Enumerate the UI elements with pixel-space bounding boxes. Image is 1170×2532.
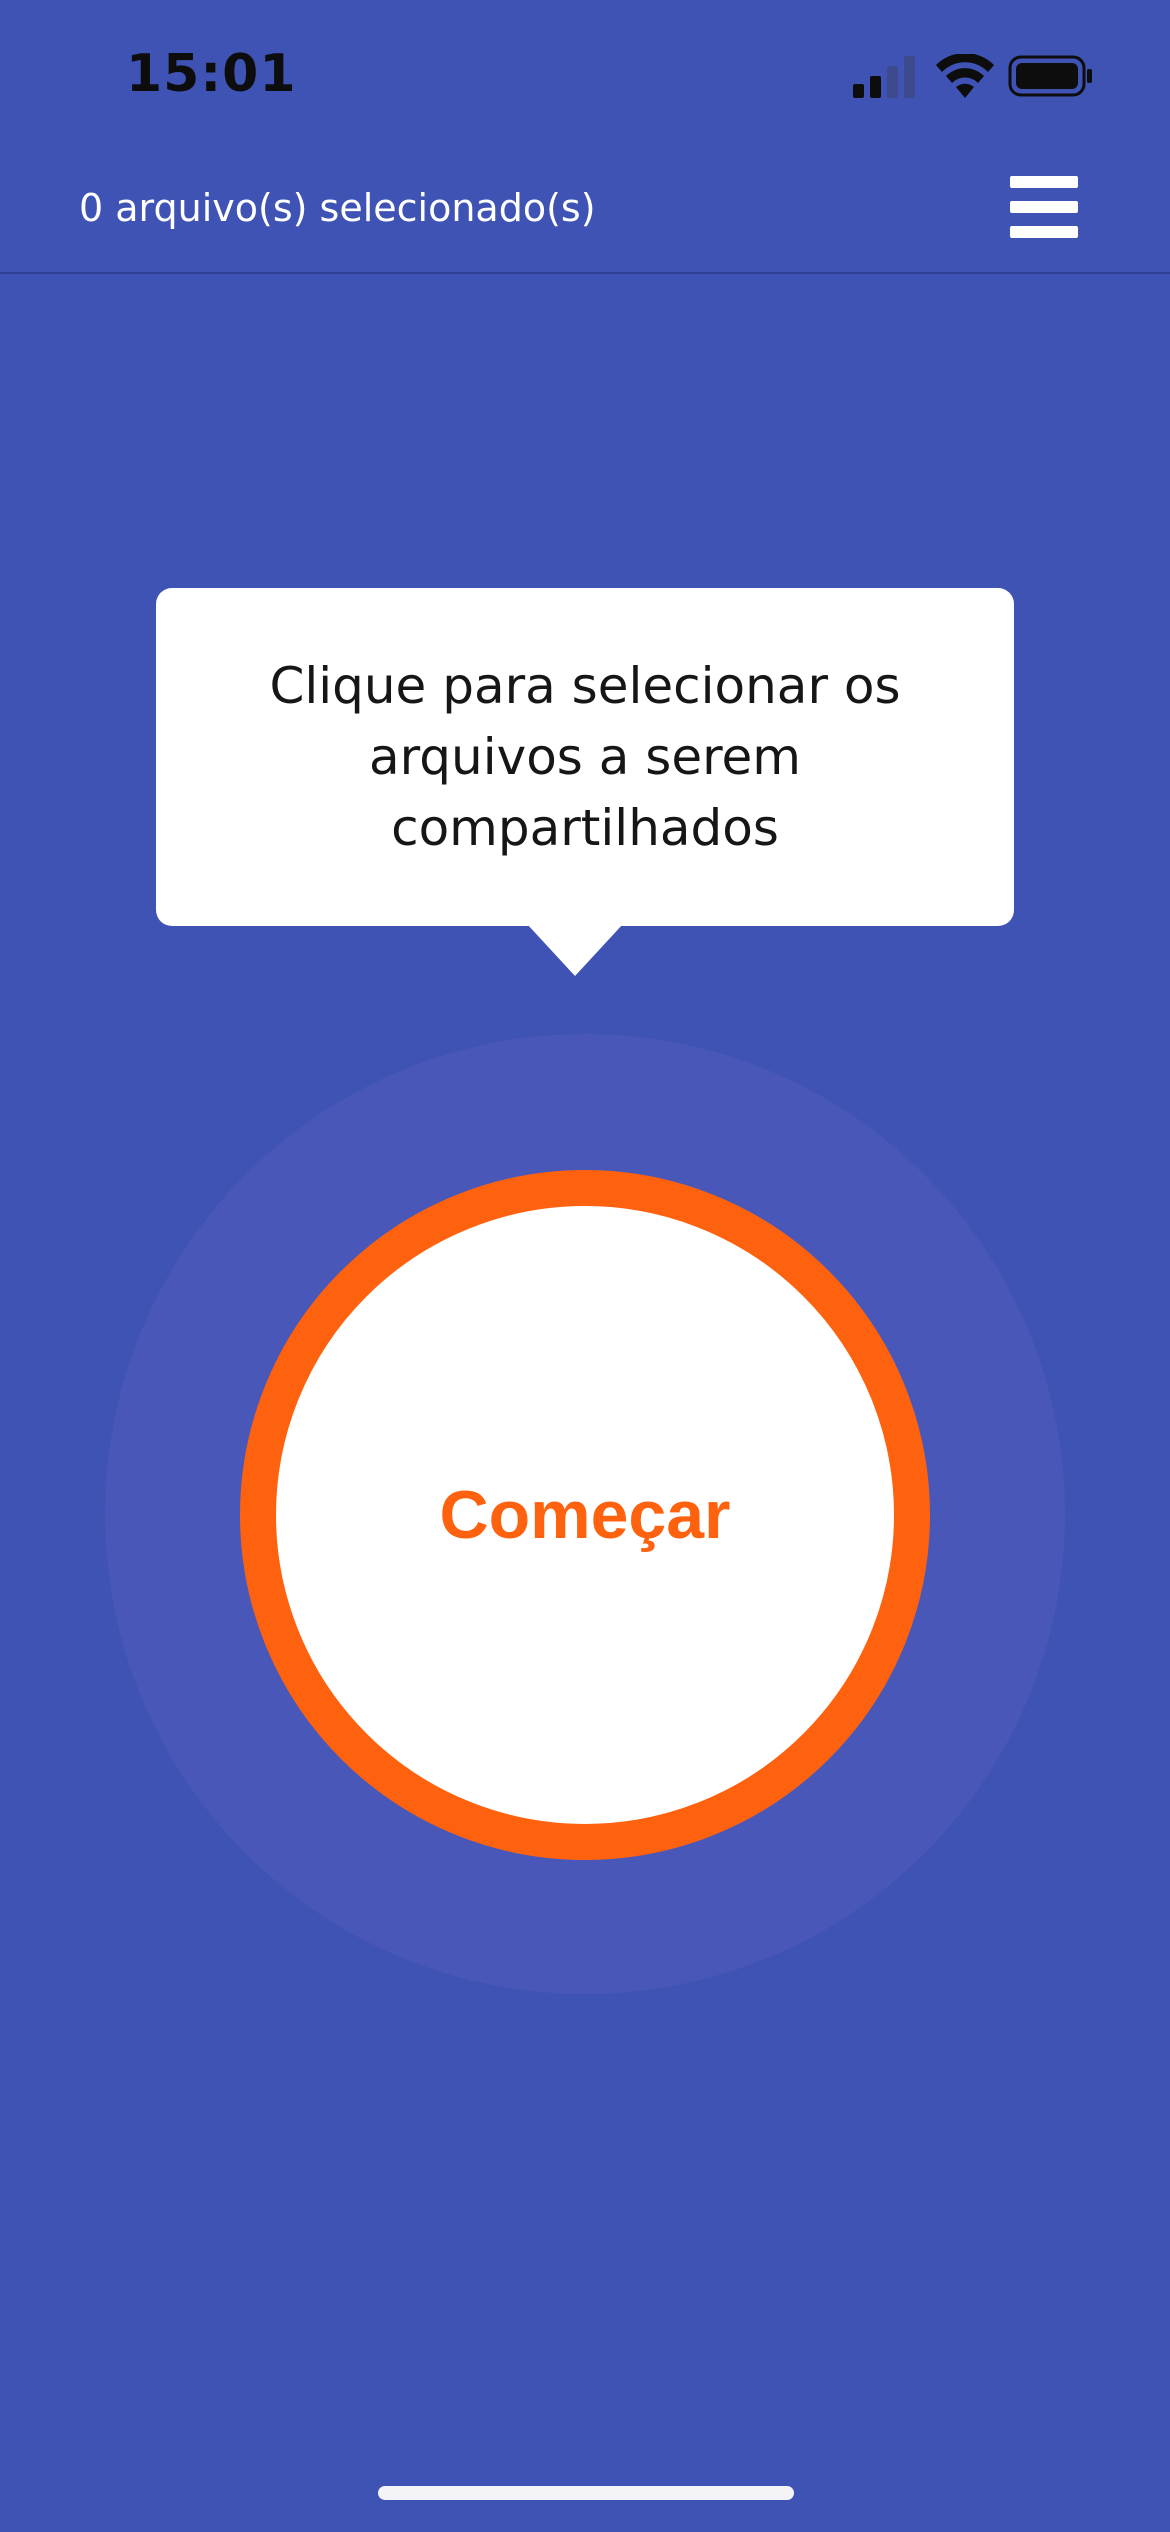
hamburger-menu-icon[interactable] [1010, 176, 1078, 238]
menu-bar [1010, 226, 1078, 238]
battery-icon [1008, 55, 1092, 97]
status-bar: 15:01 [0, 0, 1170, 150]
start-button-label: Começar [439, 1477, 731, 1553]
start-button[interactable]: Começar [240, 1170, 930, 1860]
app-header: 0 arquivo(s) selecionado(s) [0, 150, 1170, 274]
wifi-icon [936, 54, 994, 98]
menu-bar [1010, 201, 1078, 213]
cellular-signal-icon [853, 56, 915, 98]
hint-tooltip: Clique para selecionar os arquivos a ser… [156, 588, 1014, 926]
hint-tooltip-text: Clique para selecionar os arquivos a ser… [269, 656, 901, 857]
selected-files-count: 0 arquivo(s) selecionado(s) [79, 186, 596, 230]
menu-bar [1010, 176, 1078, 188]
tooltip-arrow [527, 924, 623, 976]
home-indicator[interactable] [378, 2486, 794, 2500]
status-time: 15:01 [126, 44, 297, 104]
